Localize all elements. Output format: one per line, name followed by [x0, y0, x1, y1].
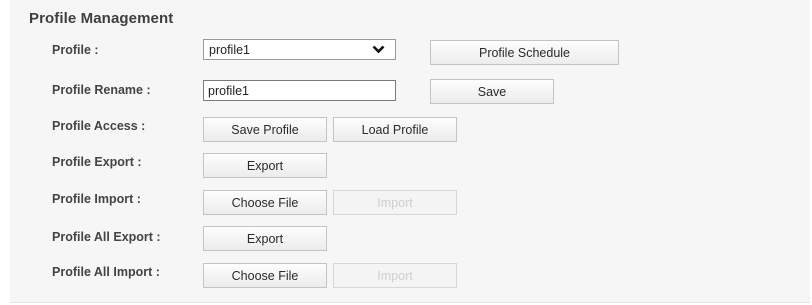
profile-all-import-label: Profile All Import : — [52, 265, 160, 279]
all-import-button[interactable]: Import — [333, 263, 457, 288]
section-title: Profile Management — [29, 10, 174, 27]
save-profile-button[interactable]: Save Profile — [203, 117, 327, 142]
choose-file-button[interactable]: Choose File — [203, 190, 327, 215]
profile-schedule-button[interactable]: Profile Schedule — [430, 40, 619, 65]
profile-all-export-label: Profile All Export : — [52, 230, 161, 244]
export-button[interactable]: Export — [203, 153, 327, 178]
load-profile-button[interactable]: Load Profile — [333, 117, 457, 142]
profile-rename-input[interactable] — [203, 80, 396, 101]
all-export-button[interactable]: Export — [203, 226, 327, 251]
profile-label: Profile : — [52, 43, 99, 57]
all-choose-file-button[interactable]: Choose File — [203, 263, 327, 288]
profile-rename-label: Profile Rename : — [52, 83, 151, 97]
profile-import-label: Profile Import : — [52, 192, 141, 206]
profile-management-panel: Profile Management Profile : profile1 Pr… — [10, 0, 810, 303]
save-button[interactable]: Save — [430, 79, 554, 104]
profile-access-label: Profile Access : — [52, 119, 146, 133]
profile-select[interactable]: profile1 — [203, 39, 396, 60]
profile-export-label: Profile Export : — [52, 155, 142, 169]
import-button[interactable]: Import — [333, 190, 457, 215]
chevron-down-icon — [372, 45, 385, 54]
profile-select-value: profile1 — [209, 42, 250, 57]
